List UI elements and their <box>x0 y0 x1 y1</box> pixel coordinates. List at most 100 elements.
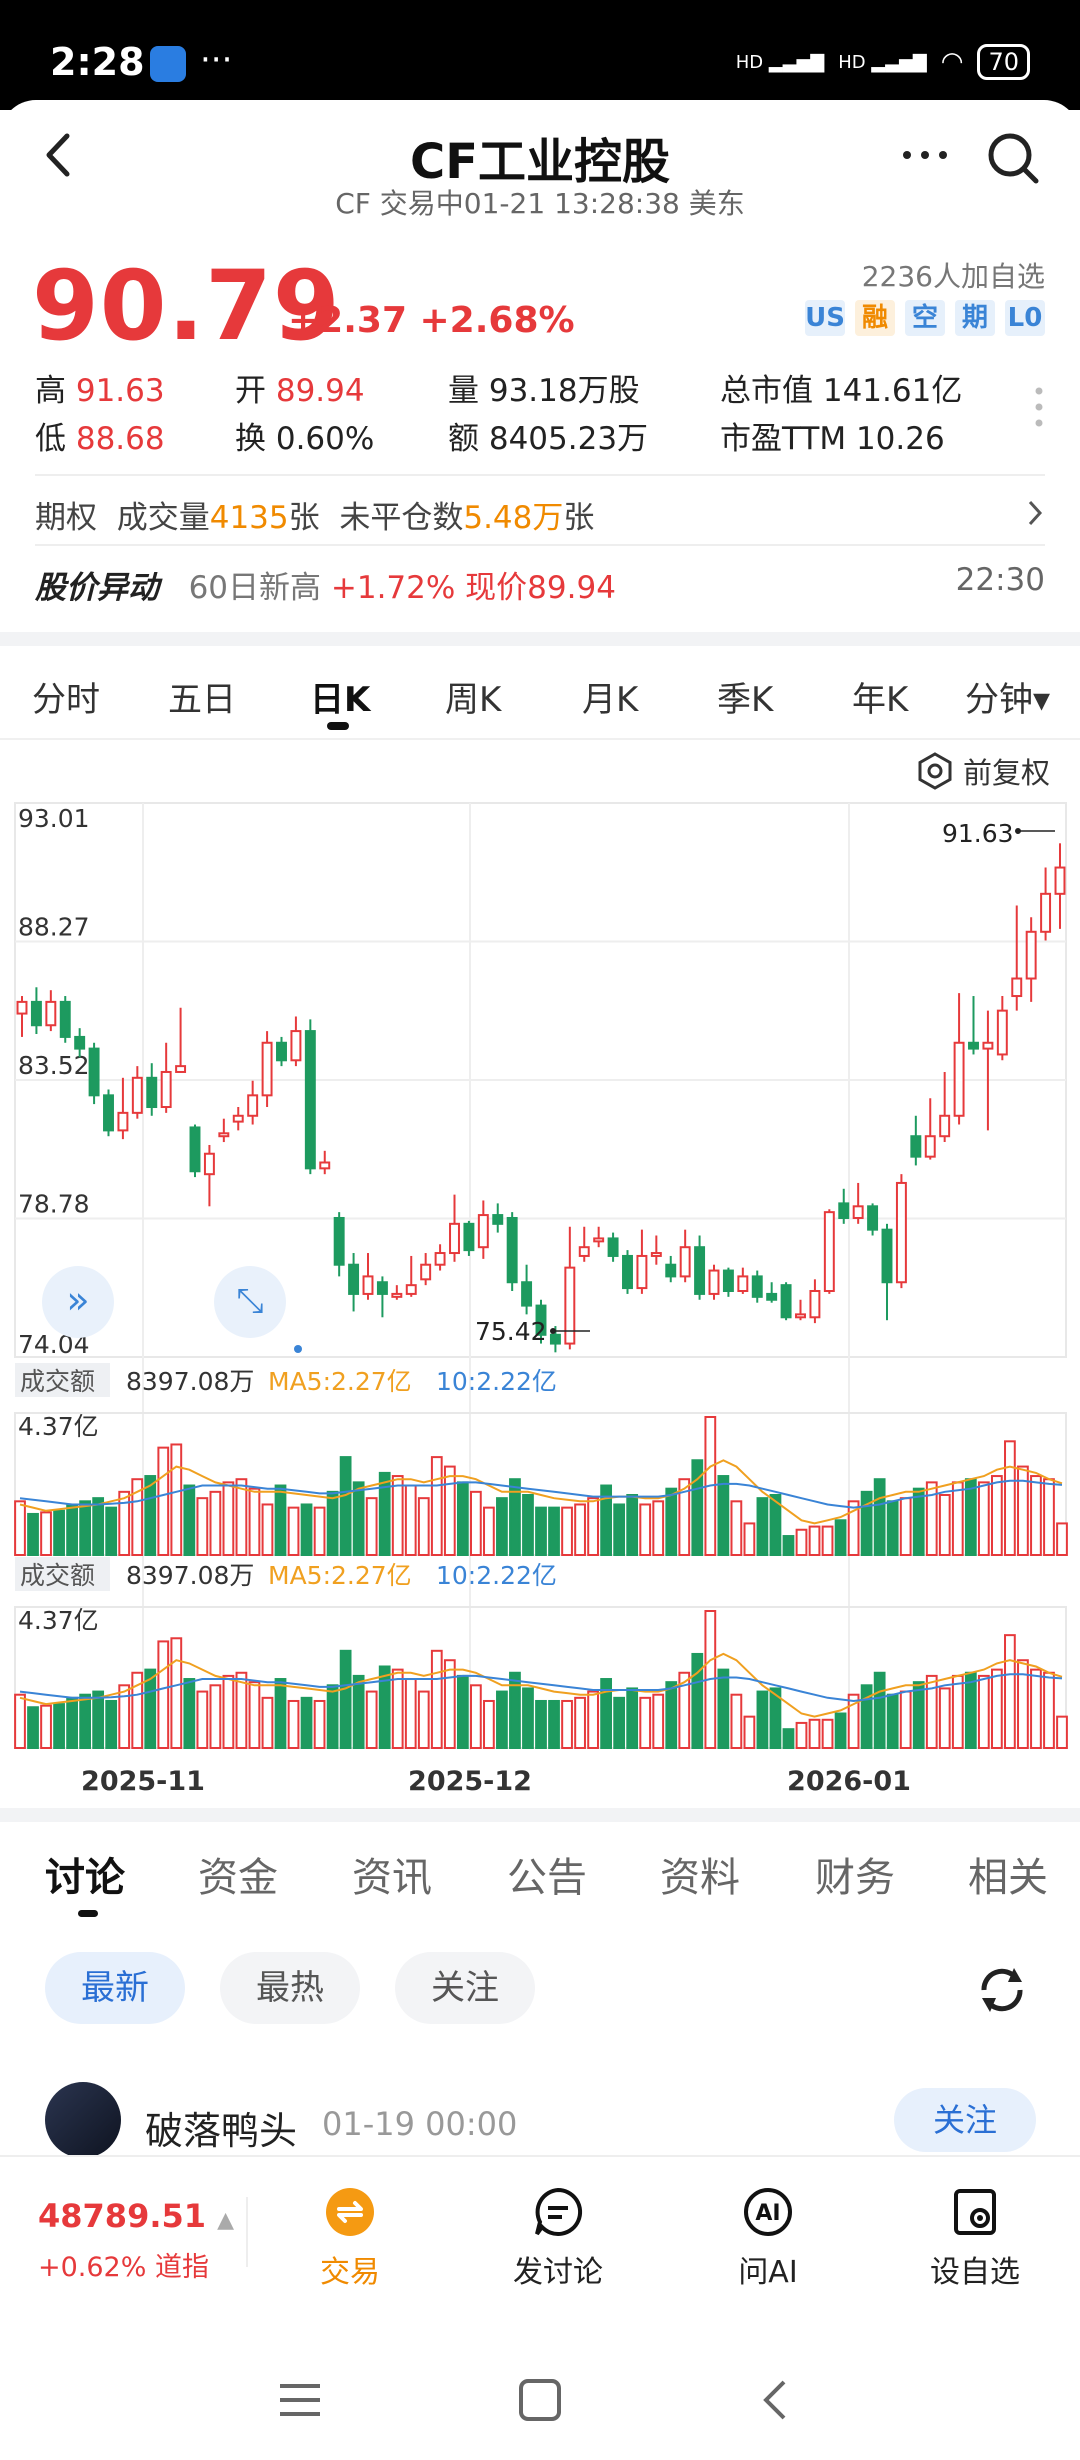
volume-bar <box>652 1693 665 1750</box>
volume-bar <box>691 1459 704 1557</box>
nav-bar: CF工业控股 CF 交易中01-21 13:28:38 美东 <box>0 100 1080 220</box>
volume-bar <box>66 1503 78 1556</box>
price-adjust-toggle[interactable]: 前复权 <box>915 750 1050 792</box>
volume-bar <box>834 1712 847 1750</box>
volume-bar <box>964 1671 977 1750</box>
volume-bar <box>535 1506 547 1557</box>
alert-title: 股价异动 <box>35 570 159 606</box>
content-tab-6[interactable]: 相关 <box>968 1845 1048 1903</box>
bottom-nav-2[interactable]: AI 问AI <box>708 2187 828 2291</box>
market-tag[interactable]: 期 <box>955 300 995 336</box>
index-ticker[interactable]: 48789.51 ▲ +0.62% 道指 <box>38 2197 234 2284</box>
post-time: 01-19 00:00 <box>322 2105 518 2143</box>
volume-bar <box>951 1674 964 1750</box>
volume-bar <box>561 1506 573 1557</box>
content-tab-1[interactable]: 资金 <box>198 1845 278 1903</box>
battery-icon: 70 <box>977 44 1030 80</box>
filter-1[interactable]: 最热 <box>220 1952 360 2024</box>
bottom-nav-label: 交易 <box>320 2255 380 2290</box>
expand-stats-icon[interactable] <box>1033 385 1045 435</box>
bottom-nav-0[interactable]: 交易 <box>290 2187 410 2291</box>
volume-bar <box>743 1522 756 1556</box>
bottom-nav-1[interactable]: 发讨论 <box>498 2187 618 2291</box>
market-tag[interactable]: US <box>805 300 845 336</box>
volume-bar <box>886 1693 899 1750</box>
candle-body <box>1054 866 1066 895</box>
indicator-dot <box>294 1345 302 1353</box>
market-tag[interactable]: L0 <box>1005 300 1045 336</box>
x-tick-label: 2025-12 <box>408 1766 532 1797</box>
content-tab-2[interactable]: 资讯 <box>352 1845 432 1903</box>
volume-bar <box>522 1687 534 1750</box>
content-tab-0[interactable]: 讨论 <box>45 1845 125 1903</box>
options-row[interactable]: 期权 成交量4135张 未平仓数5.48万张 <box>35 492 1045 537</box>
back-icon[interactable] <box>760 2378 790 2422</box>
system-nav <box>0 2320 1080 2460</box>
candle-body <box>852 1205 864 1219</box>
tab-2[interactable]: 日K <box>310 672 370 721</box>
market-tag[interactable]: 融 <box>855 300 895 336</box>
volume-ma10: 10:2.22亿 <box>436 1561 557 1590</box>
volume-bar <box>691 1652 704 1750</box>
volume-bar <box>1056 1522 1068 1556</box>
tab-4[interactable]: 月K <box>582 672 638 721</box>
candle-body <box>405 1284 417 1295</box>
candle-body <box>679 1246 691 1278</box>
volume-bar <box>14 1500 26 1557</box>
volume-bar <box>977 1674 990 1750</box>
tab-0[interactable]: 分时 <box>32 672 100 721</box>
avatar[interactable] <box>45 2082 121 2158</box>
volume-bar <box>313 1506 326 1557</box>
volume-bar <box>496 1497 508 1556</box>
volume-bar <box>665 1487 678 1556</box>
volume-bar <box>730 1693 743 1750</box>
home-icon[interactable] <box>518 2378 562 2422</box>
low-marker-label: 75.42 <box>475 1317 547 1346</box>
svg-text:AI: AI <box>755 2201 780 2226</box>
volume-bar <box>339 1456 352 1556</box>
volume-value: 93.18万股 <box>488 373 640 409</box>
status-bar: 2:28 ··· HD ▂▃▅▇ HD ▂▃▅▇ ◠ 70 <box>0 0 1080 110</box>
market-tag[interactable]: 空 <box>905 300 945 336</box>
candle-body <box>117 1111 129 1132</box>
filter-2[interactable]: 关注 <box>395 1952 535 2024</box>
content-tab-5[interactable]: 财务 <box>815 1845 895 1903</box>
candle-body <box>564 1266 576 1345</box>
filter-0[interactable]: 最新 <box>45 1952 185 2024</box>
more-icon[interactable] <box>895 130 955 180</box>
tab-7[interactable]: 分钟▾ <box>965 672 1050 721</box>
candle-body <box>261 1041 273 1097</box>
post-username[interactable]: 破落鸭头 <box>145 2100 297 2155</box>
low-value: 88.68 <box>75 421 165 457</box>
wifi-icon: ◠ <box>940 47 964 77</box>
volume-bar <box>938 1494 951 1556</box>
volume-bar <box>105 1699 118 1750</box>
price-alert-row[interactable]: 股价异动 60日新高 +1.72% 现价89.94 22:30 <box>35 562 1045 607</box>
refresh-icon[interactable] <box>972 1960 1032 2020</box>
y-tick-label: 78.78 <box>18 1190 90 1219</box>
fast-forward-icon: » <box>66 1278 89 1322</box>
tab-6[interactable]: 年K <box>852 672 908 721</box>
volume-bar <box>899 1497 912 1556</box>
tab-3[interactable]: 周K <box>445 672 501 721</box>
content-tab-4[interactable]: 资料 <box>660 1845 740 1903</box>
bottom-nav-3[interactable]: 设自选 <box>915 2187 1035 2291</box>
tab-5[interactable]: 季K <box>717 672 773 721</box>
volume-bar <box>40 1704 52 1750</box>
kline-chart[interactable]: 93.0188.2783.5278.7874.0491.6375.42» ⤡成交额… <box>0 790 1080 1810</box>
search-icon[interactable] <box>985 130 1041 186</box>
volume-bar <box>1030 1668 1042 1750</box>
follow-button[interactable]: 关注 <box>894 2088 1036 2152</box>
tab-1[interactable]: 五日 <box>168 672 236 721</box>
content-tab-3[interactable]: 公告 <box>507 1845 587 1903</box>
menu-icon[interactable] <box>278 2380 322 2420</box>
volume-bar <box>834 1519 847 1557</box>
turnover-value: 0.60% <box>275 421 375 457</box>
volume-bar <box>821 1525 834 1557</box>
candle-body <box>636 1254 648 1290</box>
volume-bar <box>313 1699 326 1750</box>
status-time: 2:28 <box>50 40 145 84</box>
candle-body <box>247 1094 259 1117</box>
volume-bar <box>391 1668 404 1750</box>
volume-bar <box>469 1490 482 1557</box>
